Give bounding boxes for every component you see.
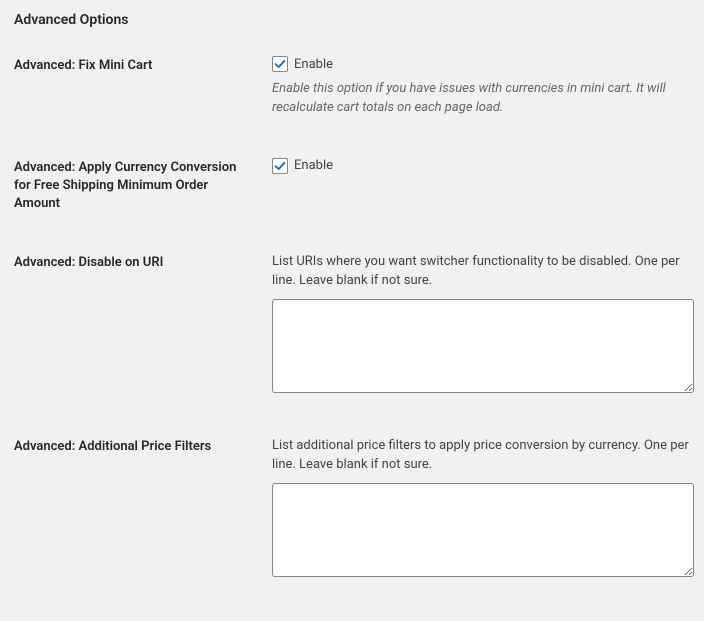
apply-currency-conversion-label: Advanced: Apply Currency Conversion for … — [14, 159, 256, 214]
disable-on-uri-label: Advanced: Disable on URI — [14, 254, 256, 272]
option-additional-price-filters: Advanced: Additional Price Filters List … — [14, 437, 690, 581]
check-icon — [273, 57, 287, 71]
additional-price-filters-help: List additional price filters to apply p… — [272, 437, 694, 475]
additional-price-filters-textarea[interactable] — [272, 483, 694, 577]
section-title: Advanced Options — [14, 12, 690, 28]
disable-on-uri-help: List URIs where you want switcher functi… — [272, 253, 694, 291]
fix-mini-cart-checkbox[interactable] — [272, 56, 288, 72]
fix-mini-cart-label: Advanced: Fix Mini Cart — [14, 57, 256, 75]
fix-mini-cart-description: Enable this option if you have issues wi… — [272, 80, 690, 118]
additional-price-filters-label: Advanced: Additional Price Filters — [14, 438, 256, 456]
disable-on-uri-textarea[interactable] — [272, 299, 694, 393]
option-fix-mini-cart: Advanced: Fix Mini Cart Enable Enable th… — [14, 56, 690, 118]
check-icon — [273, 159, 287, 173]
option-disable-on-uri: Advanced: Disable on URI List URIs where… — [14, 253, 690, 397]
apply-currency-conversion-checkbox-label[interactable]: Enable — [294, 158, 333, 173]
fix-mini-cart-checkbox-label[interactable]: Enable — [294, 57, 333, 72]
option-apply-currency-conversion: Advanced: Apply Currency Conversion for … — [14, 158, 690, 214]
apply-currency-conversion-checkbox[interactable] — [272, 158, 288, 174]
